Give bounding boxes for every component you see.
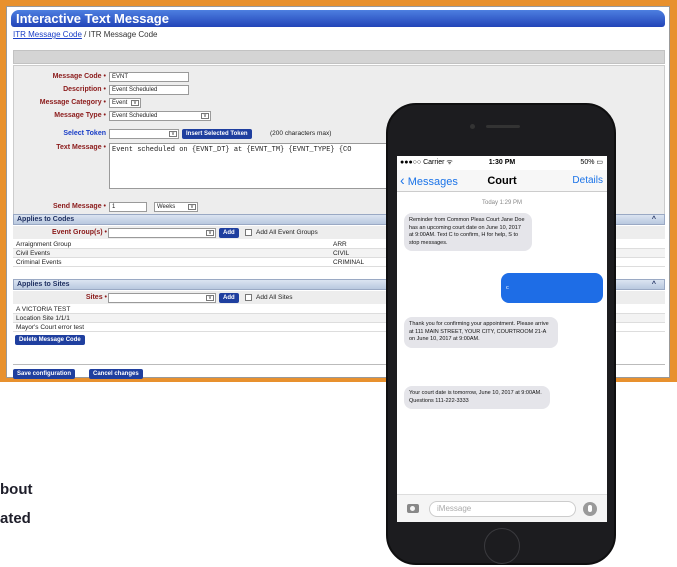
message-code-row: Message Code • EVNT	[14, 71, 664, 83]
page-text-line-1: bout	[0, 481, 33, 498]
chevron-down-icon: v	[206, 295, 214, 301]
token-char-note: (200 characters max)	[270, 130, 332, 137]
add-all-event-groups-label: Add All Event Groups	[256, 229, 318, 236]
breadcrumb-link[interactable]: ITR Message Code	[13, 30, 82, 39]
message-bubble-incoming: Reminder from Common Pleas Court Jane Do…	[404, 213, 532, 251]
front-camera	[470, 124, 475, 129]
message-bubble-incoming: Thank you for confirming your appointmen…	[404, 317, 558, 348]
chevron-down-icon: v	[131, 100, 139, 106]
message-bubble-incoming: Your court date is tomorrow, June 10, 20…	[404, 386, 550, 409]
header-bar	[13, 50, 665, 64]
select-token-select[interactable]: v	[109, 129, 179, 139]
chevron-down-icon: v	[188, 204, 196, 210]
message-timestamp: Today 1:29 PM	[481, 200, 523, 206]
delete-message-code-button[interactable]: Delete Message Code	[15, 335, 85, 345]
text-message-label: Text Message •	[56, 144, 106, 151]
insert-token-button[interactable]: Insert Selected Token	[182, 129, 252, 139]
page-text-line-2: ated	[0, 510, 31, 527]
send-unit-select[interactable]: Weeks v	[154, 202, 198, 212]
home-button[interactable]	[484, 528, 520, 564]
breadcrumb-current: / ITR Message Code	[81, 30, 158, 39]
description-label: Description •	[63, 86, 106, 93]
message-type-select[interactable]: Event Scheduled v	[109, 111, 211, 121]
event-group-select[interactable]: v	[108, 228, 216, 238]
send-message-input[interactable]: 1	[109, 202, 147, 212]
phone: ●●●○○ Carrier ᯤ 1:30 PM 50% ▭ Court ‹ Me…	[386, 103, 616, 565]
camera-icon[interactable]	[407, 504, 419, 513]
details-button[interactable]: Details	[572, 175, 603, 186]
chevron-down-icon: v	[201, 113, 209, 119]
breadcrumb: ITR Message Code / ITR Message Code	[13, 30, 158, 39]
battery-status: 50% ▭	[580, 159, 603, 166]
add-all-sites-label: Add All Sites	[256, 294, 293, 301]
add-site-button[interactable]: Add	[219, 293, 239, 303]
event-group-label: Event Group(s) •	[52, 229, 107, 236]
imessage-input[interactable]: iMessage	[429, 501, 576, 517]
message-type-label: Message Type •	[54, 112, 106, 119]
message-code-input[interactable]: EVNT	[109, 72, 189, 82]
back-button[interactable]: ‹ Messages	[400, 172, 458, 188]
text-message-textarea[interactable]: Event scheduled on {EVNT_DT} at {EVNT_TM…	[109, 143, 399, 189]
app-title: Interactive Text Message	[11, 10, 665, 27]
add-all-sites-checkbox[interactable]	[245, 294, 252, 301]
speaker	[486, 125, 520, 128]
message-category-select[interactable]: Event v	[109, 98, 141, 108]
chevron-left-icon: ‹	[400, 172, 405, 188]
compose-bar: iMessage	[397, 494, 607, 522]
add-all-event-groups-checkbox[interactable]	[245, 229, 252, 236]
sites-select[interactable]: v	[108, 293, 216, 303]
message-category-label: Message Category •	[39, 99, 106, 106]
status-bar: ●●●○○ Carrier ᯤ 1:30 PM 50% ▭	[397, 156, 607, 170]
message-code-label: Message Code •	[52, 73, 106, 80]
add-event-group-button[interactable]: Add	[219, 228, 239, 238]
chevron-down-icon: v	[169, 131, 177, 137]
select-token-label: Select Token	[63, 130, 106, 137]
save-configuration-button[interactable]: Save configuration	[13, 369, 76, 379]
send-message-label: Send Message •	[52, 203, 106, 210]
message-bubble-outgoing: c	[501, 273, 603, 303]
collapse-icon[interactable]: ^	[652, 215, 656, 224]
chevron-down-icon: v	[206, 230, 214, 236]
cancel-changes-button[interactable]: Cancel changes	[89, 369, 143, 379]
collapse-icon[interactable]: ^	[652, 280, 656, 289]
sites-label: Sites •	[85, 294, 107, 301]
microphone-icon[interactable]	[583, 502, 597, 516]
messages-navbar: Court ‹ Messages Details	[397, 170, 607, 192]
phone-screen: ●●●○○ Carrier ᯤ 1:30 PM 50% ▭ Court ‹ Me…	[397, 156, 607, 522]
description-input[interactable]: Event Scheduled	[109, 85, 189, 95]
description-row: Description • Event Scheduled	[14, 84, 664, 96]
clock: 1:30 PM	[488, 159, 516, 166]
